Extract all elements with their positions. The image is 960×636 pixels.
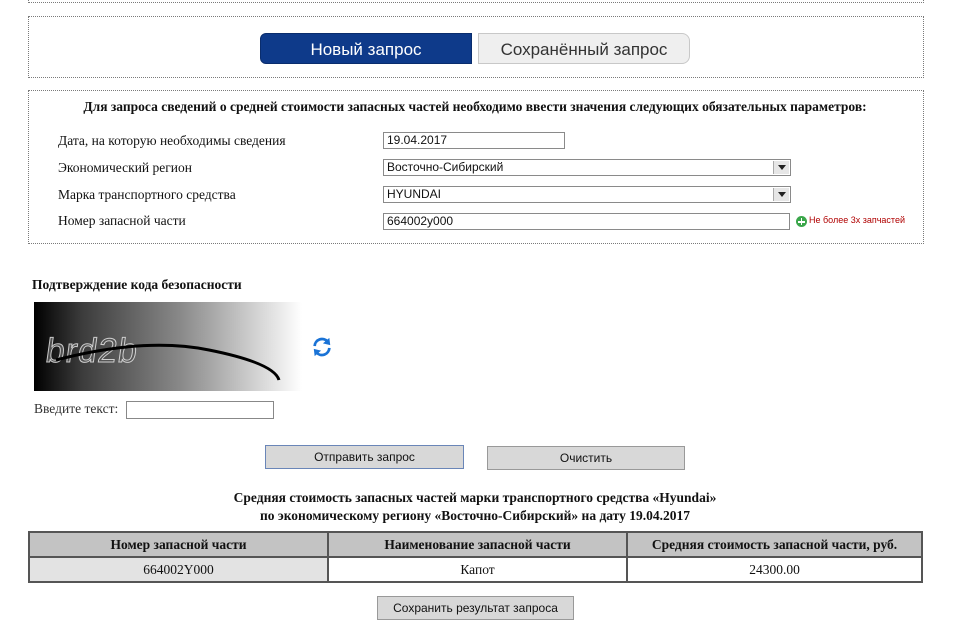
cell-avg-price: 24300.00 [626, 556, 923, 583]
result-title-line1: Средняя стоимость запасных частей марки … [233, 490, 717, 505]
column-header-avg-price: Средняя стоимость запасной части, руб. [626, 531, 923, 558]
tab-new-request[interactable]: Новый запрос [260, 33, 472, 64]
tab-saved-request[interactable]: Сохранённый запрос [478, 33, 690, 64]
captcha-title: Подтверждение кода безопасности [32, 277, 242, 292]
region-label: Экономический регион [58, 160, 192, 175]
column-header-part-number: Номер запасной части [28, 531, 329, 558]
cell-part-name: Капот [327, 556, 628, 583]
result-table: Номер запасной части Наименование запасн… [28, 531, 923, 583]
part-label: Номер запасной части [58, 213, 186, 228]
captcha-image: brd2b [34, 302, 302, 391]
chevron-down-icon[interactable] [773, 161, 789, 174]
part-number-field[interactable]: 664002y000 [383, 213, 790, 230]
brand-select-value: HYUNDAI [387, 187, 442, 201]
clear-button[interactable]: Очистить [487, 446, 685, 470]
captcha-input[interactable] [126, 401, 274, 419]
date-field[interactable]: 19.04.2017 [383, 132, 565, 149]
date-label: Дата, на которую необходимы сведения [58, 133, 286, 148]
cell-part-number: 664002Y000 [28, 556, 329, 583]
table-row: 664002Y000 Капот 24300.00 [28, 556, 923, 583]
top-frame [28, 0, 924, 3]
refresh-icon[interactable] [311, 336, 333, 358]
captcha-input-label: Введите текст: [34, 401, 119, 416]
chevron-down-icon[interactable] [773, 188, 789, 201]
tabs-panel [28, 16, 924, 78]
plus-circle-icon[interactable] [796, 216, 807, 227]
column-header-part-name: Наименование запасной части [327, 531, 628, 558]
region-select[interactable]: Восточно-Сибирский [383, 159, 791, 176]
brand-label: Марка транспортного средства [58, 187, 236, 202]
brand-select[interactable]: HYUNDAI [383, 186, 791, 203]
result-title: Средняя стоимость запасных частей марки … [28, 489, 922, 525]
captcha-noise-line [55, 343, 281, 381]
region-select-value: Восточно-Сибирский [387, 160, 504, 174]
result-title-line2: по экономическому региону «Восточно-Сиби… [259, 508, 691, 523]
save-result-button[interactable]: Сохранить результат запроса [377, 596, 574, 620]
table-header-row: Номер запасной части Наименование запасн… [28, 531, 923, 558]
part-limit-note: Не более 3х запчастей [809, 215, 905, 225]
params-title: Для запроса сведений о средней стоимости… [83, 99, 867, 114]
send-request-button[interactable]: Отправить запрос [265, 445, 464, 469]
